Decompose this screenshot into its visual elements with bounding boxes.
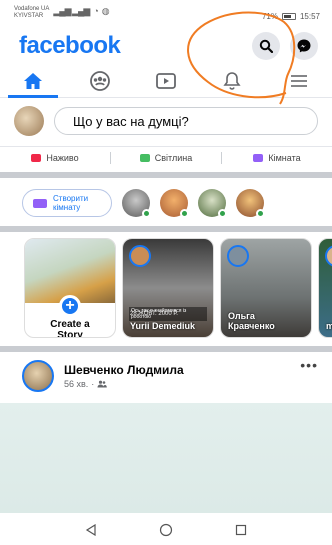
story-card[interactable]: Ось так я знайомився із роботою 28 ЖОВТ.… <box>122 238 214 338</box>
carrier-name-2: KYIVSTAR <box>14 13 44 19</box>
clock: 15:57 <box>299 11 320 21</box>
photo-icon <box>139 153 150 162</box>
tab-home[interactable] <box>0 64 66 98</box>
messenger-icon <box>297 39 311 53</box>
status-left: Vodafone UA KYIVSTAR ▂▄▆ ▂▄▆ ◔ ◍ <box>14 6 110 26</box>
live-label: Наживо <box>46 152 79 163</box>
story-avatar <box>325 245 332 267</box>
story-author-last: Кравченко <box>228 321 275 331</box>
post-image[interactable] <box>0 403 332 513</box>
section-divider <box>0 226 332 232</box>
story-card[interactable]: m <box>318 238 332 338</box>
status-right: 71% 15:57 <box>262 6 320 26</box>
friend-avatar[interactable] <box>198 189 227 218</box>
photo-label: Світлина <box>154 152 193 163</box>
carrier-name-1: Vodafone UA <box>14 6 50 12</box>
wifi-icon: ◔ <box>93 6 99 16</box>
online-indicator <box>142 209 151 218</box>
online-indicator <box>256 209 265 218</box>
profile-photo <box>25 239 115 303</box>
video-camera-icon <box>31 153 42 162</box>
messenger-button[interactable] <box>290 32 318 60</box>
nav-tabs <box>0 64 332 98</box>
story-author: Yurii Demediuk <box>130 321 196 331</box>
more-options-button[interactable]: ••• <box>300 357 318 373</box>
section-divider <box>0 172 332 178</box>
room-label: Кімната <box>268 152 301 163</box>
avatar[interactable] <box>14 106 44 136</box>
post-meta: 56 хв. · <box>64 379 184 389</box>
carrier-info: Vodafone UA KYIVSTAR <box>14 6 49 20</box>
battery-icon <box>281 12 296 20</box>
story-author: Ольга Кравченко <box>228 311 275 331</box>
friend-avatar[interactable] <box>236 189 265 218</box>
photo-button[interactable]: Світлина <box>111 153 221 163</box>
signal-icon: ▂▄▆ ▂▄▆ <box>53 6 90 16</box>
battery-percent: 71% <box>261 11 278 21</box>
notification-icon: ◍ <box>101 6 110 16</box>
tab-groups[interactable] <box>66 64 132 97</box>
create-room-label: Створити кімнату <box>53 194 89 212</box>
online-indicator <box>218 209 227 218</box>
post-header: Шевченко Людмила 56 хв. · ••• <box>0 355 332 397</box>
story-avatar <box>227 245 249 267</box>
system-navigation-bar <box>0 515 332 545</box>
section-divider <box>0 346 332 352</box>
create-story-line1: Create a <box>50 319 90 330</box>
post-composer: Що у вас на думці? <box>0 100 332 142</box>
plus-icon: + <box>59 295 81 317</box>
post-author[interactable]: Шевченко Людмила <box>64 363 184 377</box>
battery-fill <box>283 14 292 18</box>
watch-icon <box>156 72 176 89</box>
friend-avatar[interactable] <box>160 189 189 218</box>
tab-watch[interactable] <box>133 64 199 97</box>
create-story-line2: Story <box>57 330 83 338</box>
room-icon <box>33 198 47 208</box>
create-room-button[interactable]: Створити кімнату <box>22 189 112 217</box>
whats-on-your-mind-input[interactable]: Що у вас на думці? <box>54 107 318 135</box>
search-button[interactable] <box>252 32 280 60</box>
rooms-row: Створити кімнату <box>0 184 332 222</box>
recents-icon[interactable] <box>235 524 247 536</box>
composer-actions: Наживо Світлина Кімната <box>0 146 332 168</box>
search-icon <box>259 39 273 53</box>
groups-icon <box>89 70 110 91</box>
bell-icon <box>223 71 242 90</box>
back-icon[interactable] <box>85 524 97 536</box>
room-icon <box>253 153 264 162</box>
tab-menu[interactable] <box>266 64 332 97</box>
header-actions <box>252 32 318 60</box>
create-story-card[interactable]: + Create a Story <box>24 238 116 338</box>
home-circle-icon[interactable] <box>159 523 173 537</box>
separator-dot: · <box>91 379 95 389</box>
story-card[interactable]: Ольга Кравченко <box>220 238 312 338</box>
story-avatar <box>129 245 151 267</box>
room-button[interactable]: Кімната <box>222 153 332 163</box>
menu-icon <box>290 74 307 87</box>
facebook-logo[interactable]: facebook <box>19 32 121 60</box>
friend-avatar[interactable] <box>122 189 151 218</box>
story-author-first: Ольга <box>228 311 255 321</box>
create-story-label: Create a Story <box>25 319 115 338</box>
post-time[interactable]: 56 хв. <box>64 379 88 389</box>
post-author-block: Шевченко Людмила 56 хв. · <box>64 363 184 389</box>
avatar[interactable] <box>22 360 54 392</box>
live-button[interactable]: Наживо <box>0 153 110 163</box>
stories-row: + Create a Story Ось так я знайомився із… <box>0 238 332 338</box>
friends-icon <box>97 380 108 388</box>
online-indicator <box>180 209 189 218</box>
app-header: facebook <box>0 28 332 64</box>
story-date: 28 ЖОВТ. 2000 Р. <box>130 311 178 317</box>
status-bar: Vodafone UA KYIVSTAR ▂▄▆ ▂▄▆ ◔ ◍ 71% 15:… <box>0 0 332 26</box>
home-icon <box>24 72 43 89</box>
story-author: m <box>326 321 332 331</box>
tab-notifications[interactable] <box>199 64 265 97</box>
